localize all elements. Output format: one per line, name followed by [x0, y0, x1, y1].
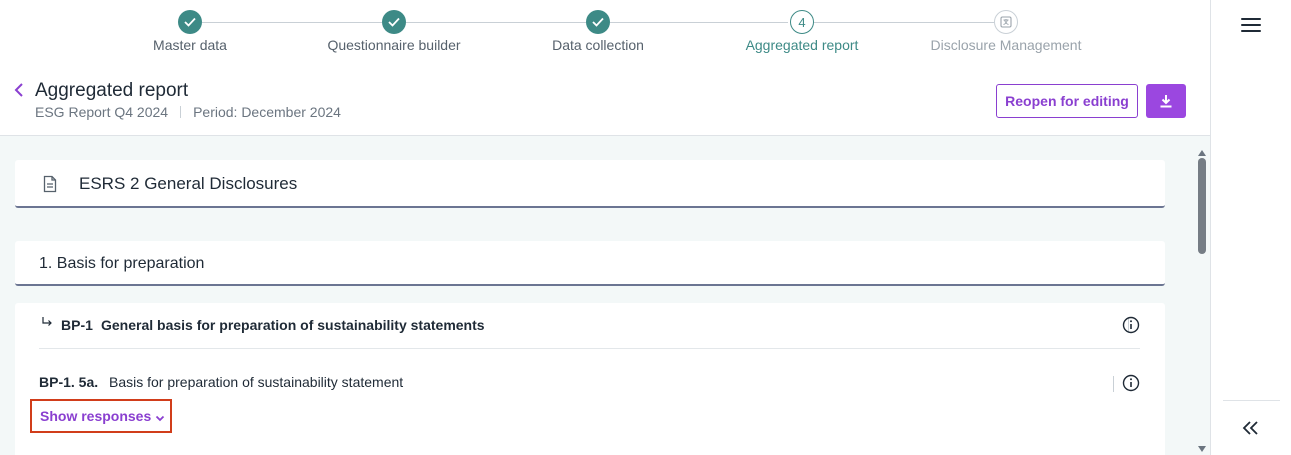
row-divider [1113, 376, 1114, 392]
step-disclosure-management[interactable]: Disclosure Management [906, 10, 1106, 53]
disclosure-card: BP-1 General basis for preparation of su… [15, 303, 1165, 455]
right-rail [1210, 0, 1291, 455]
report-period: Period: December 2024 [193, 104, 341, 120]
disclosure-row: BP-1 General basis for preparation of su… [39, 313, 1140, 349]
reopen-for-editing-button[interactable]: Reopen for editing [996, 84, 1138, 118]
scroll-down-arrow-icon[interactable] [1197, 440, 1207, 452]
report-name: ESG Report Q4 2024 [35, 104, 169, 120]
show-responses-button[interactable]: Show responses [30, 399, 172, 433]
subsection-card[interactable]: 1. Basis for preparation [15, 241, 1165, 286]
back-chevron-icon[interactable] [14, 82, 28, 100]
check-icon [382, 10, 406, 34]
double-chevron-left-icon[interactable] [1241, 418, 1261, 438]
check-icon [178, 10, 202, 34]
document-icon [43, 175, 59, 193]
download-icon [1160, 95, 1172, 108]
step-label: Aggregated report [745, 37, 859, 53]
question-code: BP-1. 5a. [39, 374, 99, 390]
disclosure-title: General basis for preparation of sustain… [101, 317, 485, 333]
progress-stepper: Master data Questionnaire builder Data c… [0, 0, 1210, 62]
report-content: ESRS 2 General Disclosures 1. Basis for … [0, 136, 1210, 455]
section-title: ESRS 2 General Disclosures [79, 174, 298, 193]
step-aggregated-report[interactable]: 4 Aggregated report [702, 10, 902, 53]
subdirectory-arrow-icon [41, 316, 53, 331]
step-number: 4 [790, 10, 814, 34]
translate-icon [994, 10, 1018, 34]
step-label: Master data [153, 37, 227, 53]
step-label: Questionnaire builder [327, 37, 461, 53]
info-icon[interactable] [1122, 316, 1140, 334]
info-icon[interactable] [1122, 374, 1140, 392]
scrollbar-thumb[interactable] [1198, 158, 1206, 254]
download-button[interactable] [1146, 84, 1186, 118]
chevron-down-icon [154, 411, 166, 423]
check-icon [586, 10, 610, 34]
subsection-title: 1. Basis for preparation [39, 255, 205, 272]
step-label: Disclosure Management [930, 37, 1082, 53]
step-questionnaire-builder[interactable]: Questionnaire builder [294, 10, 494, 53]
disclosure-code: BP-1 [61, 317, 93, 333]
page-title: Aggregated report [35, 80, 189, 101]
hamburger-menu-icon[interactable] [1241, 18, 1261, 34]
question-row: BP-1. 5a. Basis for preparation of susta… [39, 373, 1140, 395]
subtitle-divider [180, 106, 182, 118]
show-responses-label: Show responses [40, 408, 152, 424]
step-label: Data collection [552, 37, 644, 53]
page-header: Aggregated report ESG Report Q4 2024 Per… [0, 62, 1210, 136]
rail-divider [1223, 400, 1280, 401]
question-title: Basis for preparation of sustainability … [109, 374, 404, 390]
page-subtitle: ESG Report Q4 2024 Period: December 2024 [35, 104, 341, 120]
section-card[interactable]: ESRS 2 General Disclosures [15, 160, 1165, 208]
step-master-data[interactable]: Master data [90, 10, 290, 53]
step-data-collection[interactable]: Data collection [498, 10, 698, 53]
scroll-up-arrow-icon[interactable] [1197, 144, 1207, 156]
